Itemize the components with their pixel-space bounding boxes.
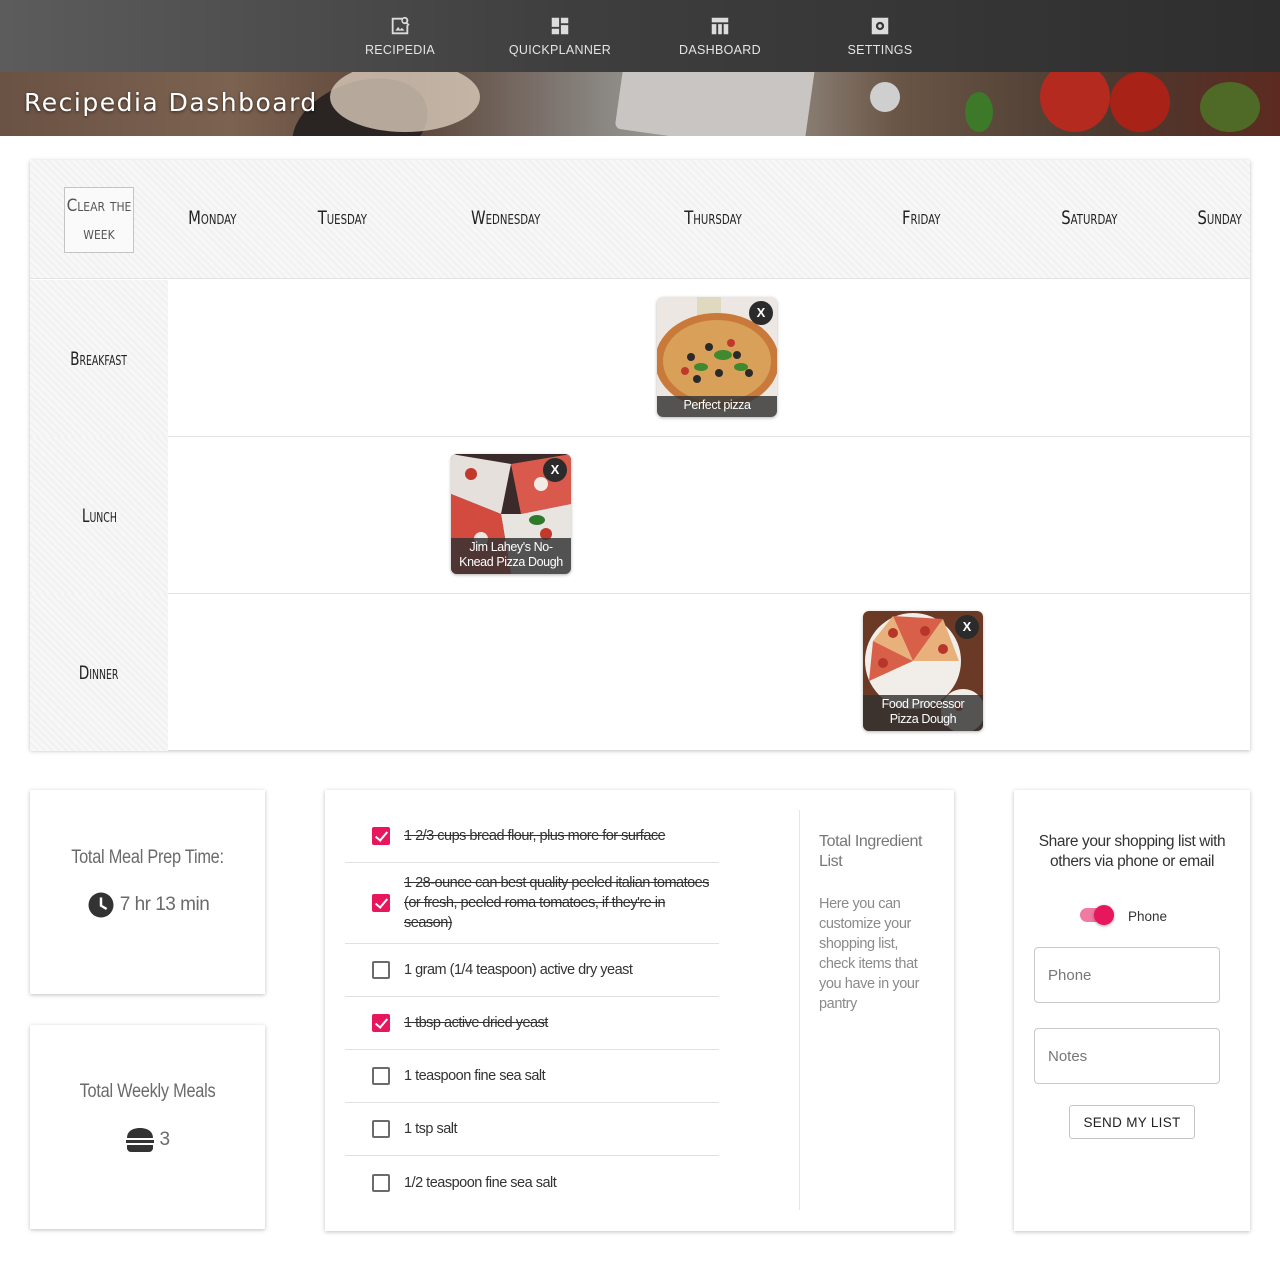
weekly-meals-title: Total Weekly Meals: [79, 1081, 216, 1102]
day-header-saturday: Saturday: [1061, 207, 1118, 229]
ingredient-item[interactable]: 1 tsp salt: [345, 1103, 719, 1156]
ingredient-item[interactable]: 1/2 teaspoon fine sea salt: [345, 1156, 719, 1209]
ingredient-text: 1 tbsp active dried yeast: [404, 1015, 548, 1031]
ingredient-text: 1 2/3 cups bread flour, plus more for su…: [404, 828, 666, 844]
ingredient-text: 1/2 teaspoon fine sea salt: [404, 1174, 557, 1191]
clear-week-button[interactable]: Clear the week: [64, 187, 134, 253]
nav-quickplanner[interactable]: QUICKPLANNER: [480, 0, 640, 72]
hero-banner: Recipedia Dashboard: [0, 72, 1280, 136]
day-header-tuesday: Tuesday: [317, 207, 367, 229]
remove-recipe-button[interactable]: X: [749, 301, 773, 325]
ingredient-text: 1 tsp salt: [404, 1121, 458, 1137]
table-icon: [711, 17, 729, 35]
phone-input[interactable]: [1034, 947, 1220, 1003]
remove-recipe-button[interactable]: X: [955, 615, 979, 639]
nav-label: RECIPEDIA: [364, 43, 436, 57]
meal-row-breakfast: Breakfast Perfect pizza X: [30, 280, 1250, 437]
ingredient-text: 1 gram (1/4 teaspoon) active dry yeast: [404, 962, 633, 978]
ingredient-item[interactable]: 1 teaspoon fine sea salt: [345, 1050, 719, 1103]
weekly-meals-value: 3: [159, 1129, 170, 1150]
meal-row-dinner: Dinner Food Processor Pizza Dough X: [30, 594, 1250, 751]
meal-label-dinner: Dinner: [30, 594, 168, 751]
ingredient-checkbox[interactable]: [372, 961, 390, 979]
recipe-title: Food Processor Pizza Dough: [863, 695, 983, 731]
gear-icon: [871, 17, 889, 35]
nav-label: SETTINGS: [847, 43, 913, 57]
share-list-card: Share your shopping list with others via…: [1014, 790, 1250, 1231]
toggle-label: Phone: [1128, 909, 1168, 924]
ingredient-checkbox[interactable]: [372, 1120, 390, 1138]
recipe-card[interactable]: Jim Lahey's No-Knead Pizza Dough X: [451, 454, 571, 574]
phone-email-toggle[interactable]: [1080, 905, 1114, 925]
image-search-icon: [391, 16, 410, 35]
ingredient-list-title: Total Ingredient List: [819, 833, 923, 870]
nav-settings[interactable]: SETTINGS: [800, 0, 960, 72]
nav-label: QUICKPLANNER: [508, 43, 612, 57]
notes-input[interactable]: [1034, 1028, 1220, 1084]
meal-label-lunch: Lunch: [30, 437, 168, 594]
ingredient-text: 1 teaspoon fine sea salt: [404, 1068, 546, 1084]
toggle-knob: [1094, 905, 1114, 925]
day-header-thursday: Thursday: [684, 207, 742, 229]
recipe-title: Perfect pizza: [657, 396, 777, 417]
clock-icon: [88, 892, 114, 918]
planner-header: Clear the week Monday Tuesday Wednesday …: [30, 160, 1250, 279]
divider: [799, 810, 800, 1210]
weekly-meals-value-row: 3: [30, 1127, 265, 1153]
ingredient-checkbox[interactable]: [372, 827, 390, 845]
nav-dashboard[interactable]: DASHBOARD: [640, 0, 800, 72]
page-title: Recipedia Dashboard: [24, 88, 318, 117]
prep-time-card: Total Meal Prep Time: 7 hr 13 min: [30, 790, 265, 994]
recipe-card[interactable]: Perfect pizza X: [657, 297, 777, 417]
recipe-card[interactable]: Food Processor Pizza Dough X: [863, 611, 983, 731]
nav-recipedia[interactable]: RECIPEDIA: [320, 0, 480, 72]
burger-icon: [126, 1128, 155, 1152]
ingredient-checkbox[interactable]: [372, 1173, 390, 1192]
weekly-meals-card: Total Weekly Meals 3: [30, 1025, 265, 1229]
ingredient-list-description: Here you can customize your shopping lis…: [819, 896, 919, 1012]
dashboard-grid-icon: [551, 17, 569, 35]
send-list-button[interactable]: SEND MY LIST: [1069, 1105, 1195, 1139]
remove-recipe-button[interactable]: X: [543, 458, 567, 482]
meal-row-lunch: Lunch Jim Lahey's No-Knead Pizza Dough X: [30, 437, 1250, 594]
ingredient-item[interactable]: 1 gram (1/4 teaspoon) active dry yeast: [345, 944, 719, 997]
prep-time-value-row: 7 hr 13 min: [30, 890, 265, 920]
nav-label: DASHBOARD: [679, 43, 761, 57]
ingredient-checkbox[interactable]: [372, 1067, 390, 1085]
meal-label-breakfast: Breakfast: [30, 280, 168, 437]
ingredient-text: 1 28-ounce can best quality peeled itali…: [404, 875, 710, 931]
day-header-wednesday: Wednesday: [471, 207, 541, 229]
ingredient-list: 1 2/3 cups bread flour, plus more for su…: [345, 810, 719, 1209]
weekly-planner: Clear the week Monday Tuesday Wednesday …: [30, 160, 1250, 751]
day-header-friday: Friday: [901, 207, 941, 229]
top-nav: RECIPEDIA QUICKPLANNER DASHBOARD SETTING…: [0, 0, 1280, 72]
prep-time-title: Total Meal Prep Time:: [71, 847, 224, 868]
share-title: Share your shopping list with others via…: [1038, 833, 1226, 870]
ingredient-item[interactable]: 1 2/3 cups bread flour, plus more for su…: [345, 810, 719, 863]
ingredient-list-card: 1 2/3 cups bread flour, plus more for su…: [325, 790, 954, 1231]
ingredient-item[interactable]: 1 tbsp active dried yeast: [345, 997, 719, 1050]
day-header-sunday: Sunday: [1197, 207, 1242, 229]
prep-time-value: 7 hr 13 min: [119, 894, 210, 915]
day-header-monday: Monday: [188, 207, 237, 229]
ingredient-checkbox[interactable]: [372, 894, 390, 912]
ingredient-item[interactable]: 1 28-ounce can best quality peeled itali…: [345, 863, 719, 944]
ingredient-checkbox[interactable]: [372, 1014, 390, 1032]
recipe-title: Jim Lahey's No-Knead Pizza Dough: [451, 538, 571, 574]
